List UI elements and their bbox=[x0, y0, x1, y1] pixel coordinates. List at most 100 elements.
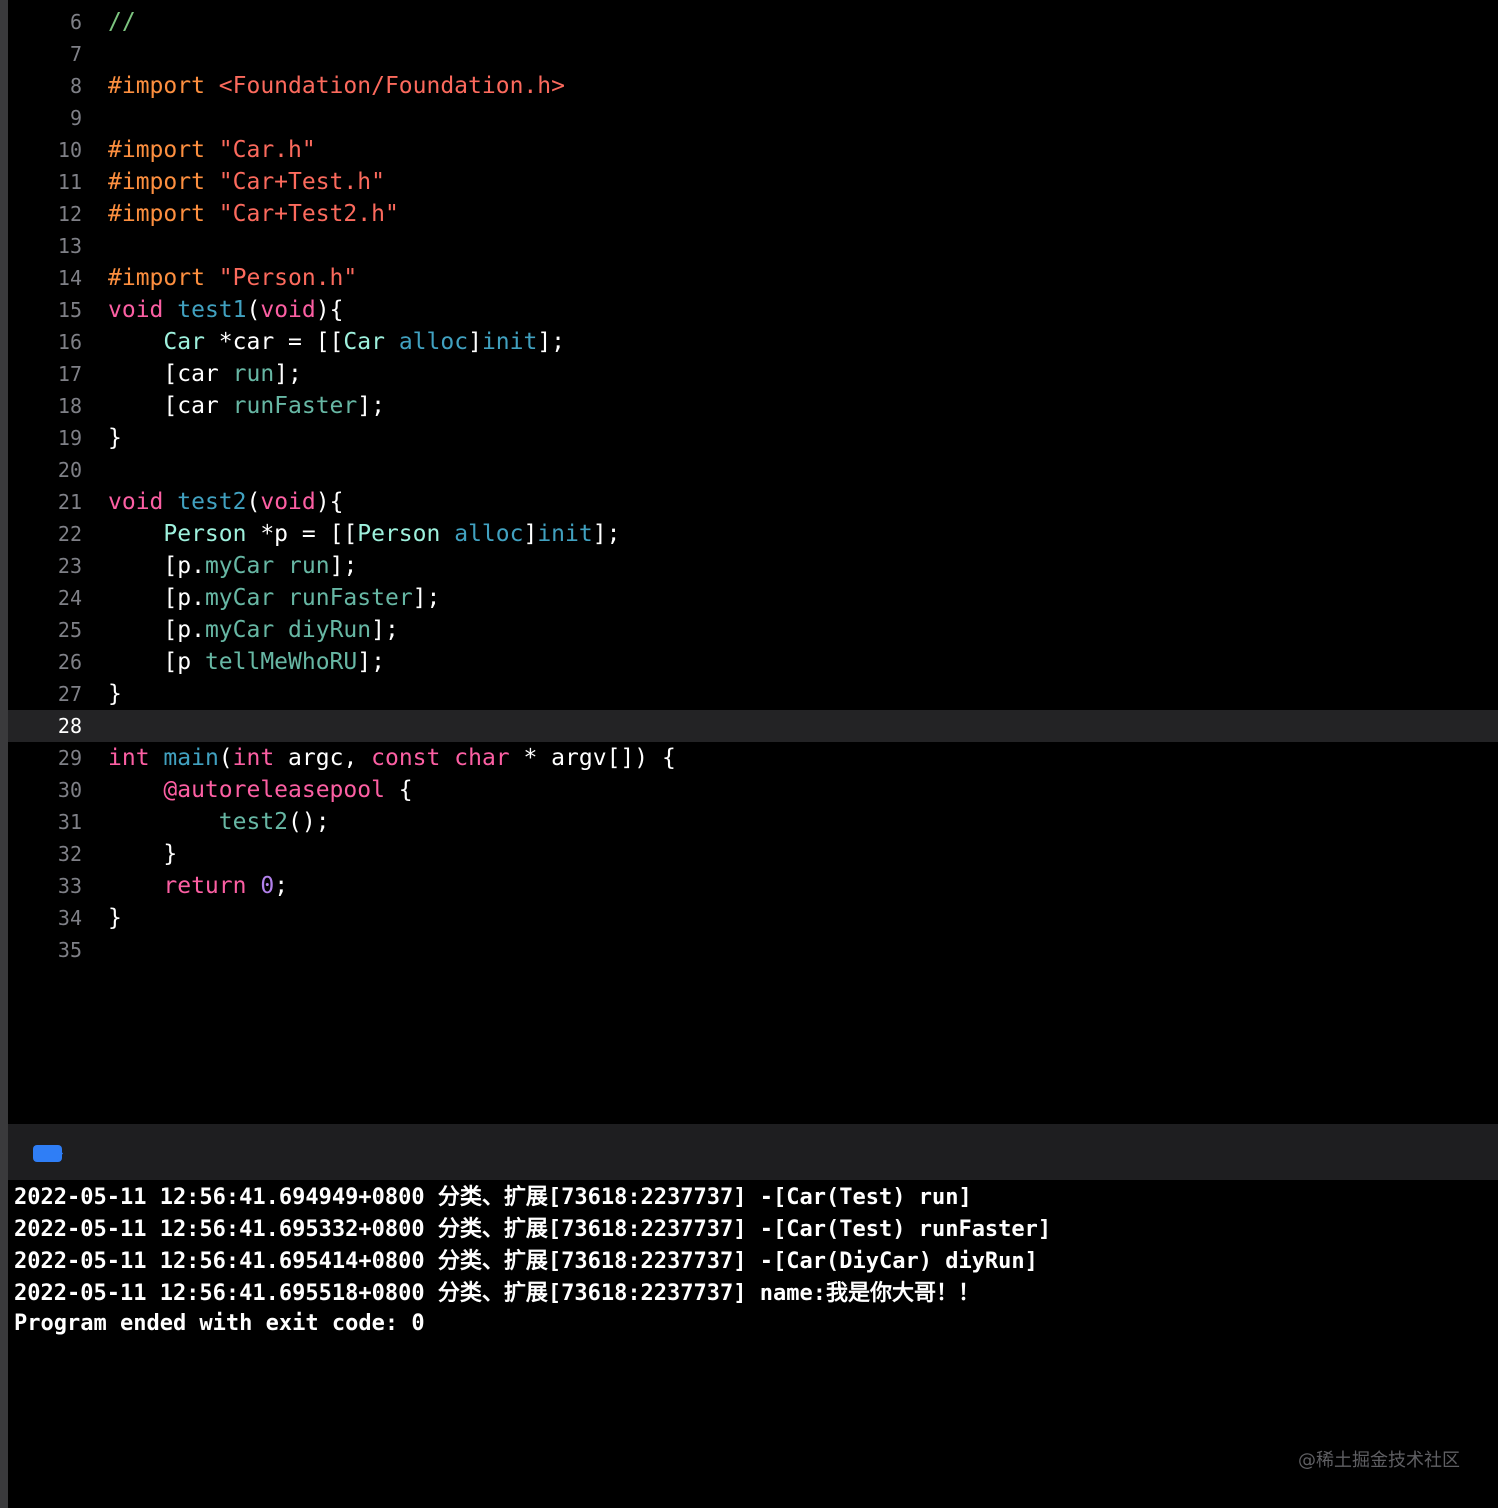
console-output-line: 2022-05-11 12:56:41.695332+0800 分类、扩展[73… bbox=[14, 1217, 1052, 1242]
line-number[interactable]: 31 bbox=[8, 811, 82, 833]
line-number[interactable]: 6 bbox=[8, 11, 82, 33]
code-line[interactable]: 25 [p.myCar diyRun]; bbox=[8, 614, 1498, 646]
console-output-line: 2022-05-11 12:56:41.695414+0800 分类、扩展[73… bbox=[14, 1249, 1038, 1274]
code-text[interactable]: Person *p = [[Person alloc]init]; bbox=[108, 521, 620, 547]
line-number[interactable]: 28 bbox=[8, 715, 82, 737]
line-number[interactable]: 24 bbox=[8, 587, 82, 609]
line-number[interactable]: 15 bbox=[8, 299, 82, 321]
code-text[interactable]: [p tellMeWhoRU]; bbox=[108, 649, 385, 675]
code-text[interactable]: #import "Person.h" bbox=[108, 265, 357, 291]
line-number[interactable]: 19 bbox=[8, 427, 82, 449]
code-token: void bbox=[260, 297, 316, 323]
code-line[interactable]: 31 test2(); bbox=[8, 806, 1498, 838]
code-token: test1 bbox=[177, 297, 247, 323]
code-line[interactable]: 15 void test1(void){ bbox=[8, 294, 1498, 326]
code-line[interactable]: 32 } bbox=[8, 838, 1498, 870]
code-line[interactable]: 16 Car *car = [[Car alloc]init]; bbox=[8, 326, 1498, 358]
code-line[interactable]: 19} bbox=[8, 422, 1498, 454]
code-line[interactable]: 8 #import <Foundation/Foundation.h> bbox=[8, 70, 1498, 102]
line-number[interactable]: 18 bbox=[8, 395, 82, 417]
code-text[interactable]: } bbox=[108, 681, 122, 707]
line-number[interactable]: 14 bbox=[8, 267, 82, 289]
code-line[interactable]: 29 int main(int argc, const char * argv[]… bbox=[8, 742, 1498, 774]
line-number[interactable]: 34 bbox=[8, 907, 82, 929]
code-text[interactable]: // bbox=[108, 9, 136, 35]
debug-console[interactable]: 2022-05-11 12:56:41.694949+0800 分类、扩展[73… bbox=[8, 1180, 1498, 1508]
line-number[interactable]: 10 bbox=[8, 139, 82, 161]
line-number[interactable]: 33 bbox=[8, 875, 82, 897]
line-number[interactable]: 13 bbox=[8, 235, 82, 257]
code-line[interactable]: 9 bbox=[8, 102, 1498, 134]
line-number[interactable]: 8 bbox=[8, 75, 82, 97]
code-text[interactable]: [p.myCar runFaster]; bbox=[108, 585, 440, 611]
line-number[interactable]: 11 bbox=[8, 171, 82, 193]
code-text[interactable]: void test1(void){ bbox=[108, 297, 343, 323]
code-text[interactable]: #import "Car+Test2.h" bbox=[108, 201, 399, 227]
code-text[interactable]: #import <Foundation/Foundation.h> bbox=[108, 73, 565, 99]
code-text[interactable]: void test2(void){ bbox=[108, 489, 343, 515]
line-number[interactable]: 25 bbox=[8, 619, 82, 641]
code-text[interactable]: } bbox=[108, 841, 177, 867]
line-number[interactable]: 27 bbox=[8, 683, 82, 705]
code-text[interactable]: return 0; bbox=[108, 873, 288, 899]
code-token: ] bbox=[468, 329, 482, 355]
line-number[interactable]: 30 bbox=[8, 779, 82, 801]
line-number[interactable]: 7 bbox=[8, 43, 82, 65]
line-number[interactable]: 23 bbox=[8, 555, 82, 577]
code-text[interactable]: Car *car = [[Car alloc]init]; bbox=[108, 329, 565, 355]
code-line[interactable]: 20 bbox=[8, 454, 1498, 486]
code-text[interactable]: } bbox=[108, 425, 122, 451]
line-number[interactable]: 32 bbox=[8, 843, 82, 865]
code-editor[interactable]: 6 // 7 8 #import <Foundation/Foundation.h> 9 1… bbox=[8, 0, 1498, 1124]
code-token: main bbox=[163, 745, 219, 771]
code-text[interactable]: [car runFaster]; bbox=[108, 393, 385, 419]
code-text[interactable]: [p.myCar diyRun]; bbox=[108, 617, 399, 643]
code-line[interactable]: 10 #import "Car.h" bbox=[8, 134, 1498, 166]
code-line[interactable]: 18 [car runFaster]; bbox=[8, 390, 1498, 422]
code-line[interactable]: 12 #import "Car+Test2.h" bbox=[8, 198, 1498, 230]
code-text[interactable]: } bbox=[108, 905, 122, 931]
line-number[interactable]: 35 bbox=[8, 939, 82, 961]
code-text[interactable]: #import "Car.h" bbox=[108, 137, 316, 163]
code-line[interactable]: 23 [p.myCar run]; bbox=[8, 550, 1498, 582]
code-line[interactable]: 30 @autoreleasepool { bbox=[8, 774, 1498, 806]
code-line[interactable]: 11 #import "Car+Test.h" bbox=[8, 166, 1498, 198]
line-number[interactable]: 12 bbox=[8, 203, 82, 225]
code-line[interactable]: 21 void test2(void){ bbox=[8, 486, 1498, 518]
code-line[interactable]: 7 bbox=[8, 38, 1498, 70]
code-line[interactable]: 27} bbox=[8, 678, 1498, 710]
line-number[interactable]: 17 bbox=[8, 363, 82, 385]
code-line[interactable]: 13 bbox=[8, 230, 1498, 262]
line-number[interactable]: 16 bbox=[8, 331, 82, 353]
code-line[interactable]: 26 [p tellMeWhoRU]; bbox=[8, 646, 1498, 678]
code-text[interactable]: [p.myCar run]; bbox=[108, 553, 357, 579]
code-line[interactable]: 14 #import "Person.h" bbox=[8, 262, 1498, 294]
code-line[interactable]: 34} bbox=[8, 902, 1498, 934]
code-line[interactable]: 22 Person *p = [[Person alloc]init]; bbox=[8, 518, 1498, 550]
code-line[interactable]: 17 [car run]; bbox=[8, 358, 1498, 390]
code-line[interactable]: 6 // bbox=[8, 6, 1498, 38]
code-text[interactable]: int main(int argc, const char * argv[]) … bbox=[108, 745, 676, 771]
console-output-line: 2022-05-11 12:56:41.694949+0800 分类、扩展[73… bbox=[14, 1185, 972, 1210]
code-line[interactable]: 28 bbox=[8, 710, 1498, 742]
line-number[interactable]: 20 bbox=[8, 459, 82, 481]
code-line[interactable]: 24 [p.myCar runFaster]; bbox=[8, 582, 1498, 614]
line-number[interactable]: 21 bbox=[8, 491, 82, 513]
code-token: @autoreleasepool bbox=[163, 777, 385, 803]
line-number[interactable]: 26 bbox=[8, 651, 82, 673]
code-text[interactable]: [car run]; bbox=[108, 361, 302, 387]
code-token: void bbox=[108, 489, 164, 515]
code-token: test2 bbox=[177, 489, 247, 515]
line-number[interactable]: 29 bbox=[8, 747, 82, 769]
code-line[interactable]: 33 return 0; bbox=[8, 870, 1498, 902]
code-token: ]; bbox=[371, 617, 399, 643]
code-text[interactable]: #import "Car+Test.h" bbox=[108, 169, 385, 195]
line-number[interactable]: 9 bbox=[8, 107, 82, 129]
line-number[interactable]: 22 bbox=[8, 523, 82, 545]
code-text[interactable]: test2(); bbox=[108, 809, 330, 835]
code-text[interactable]: @autoreleasepool { bbox=[108, 777, 412, 803]
console-filter-toggle-icon[interactable] bbox=[33, 1145, 62, 1162]
code-line[interactable]: 35 bbox=[8, 934, 1498, 966]
